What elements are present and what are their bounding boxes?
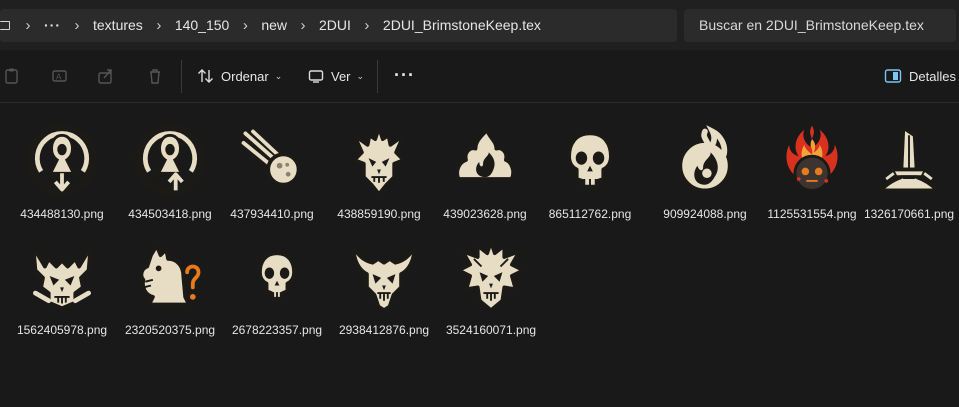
file-item[interactable]: 434488130.png bbox=[10, 103, 114, 221]
file-item[interactable]: 1125531554.png bbox=[760, 103, 864, 221]
file-item[interactable]: 2938412876.png bbox=[332, 219, 436, 337]
view-label: Ver bbox=[331, 68, 351, 84]
spiked-demon-icon bbox=[447, 232, 535, 320]
file-name: 865112762.png bbox=[548, 207, 632, 221]
chevron-right-icon[interactable]: › bbox=[63, 9, 91, 42]
view-button[interactable]: Ver ⌄ bbox=[308, 64, 364, 88]
skull-icon bbox=[546, 116, 634, 204]
file-item[interactable]: 434503418.png bbox=[118, 103, 222, 221]
hound-question-icon bbox=[126, 232, 214, 320]
sword-in-stone-icon bbox=[865, 116, 953, 204]
search-placeholder: Buscar en 2DUI_BrimstoneKeep.tex bbox=[699, 17, 924, 33]
details-label: Detalles bbox=[909, 68, 956, 84]
paste-icon[interactable] bbox=[3, 67, 21, 85]
breadcrumb-item-140-150[interactable]: 140_150 bbox=[173, 9, 232, 42]
rename-icon[interactable]: A bbox=[51, 67, 69, 85]
pc-icon[interactable] bbox=[0, 9, 14, 42]
toolbar-divider bbox=[181, 60, 182, 93]
demon-skull-icon bbox=[18, 232, 106, 320]
share-icon[interactable] bbox=[97, 67, 115, 85]
fire-swirl-icon bbox=[661, 116, 749, 204]
search-input[interactable]: Buscar en 2DUI_BrimstoneKeep.tex bbox=[684, 9, 956, 42]
small-skull-icon bbox=[233, 232, 321, 320]
hooded-figure-up-arrow-icon bbox=[126, 116, 214, 204]
file-name: 909924088.png bbox=[663, 207, 747, 221]
details-button[interactable]: Detalles bbox=[884, 64, 956, 88]
comet-icon bbox=[228, 116, 316, 204]
chevron-right-icon[interactable]: › bbox=[145, 9, 173, 42]
breadcrumb-item-2dui[interactable]: 2DUI bbox=[317, 9, 353, 42]
toolbar-divider bbox=[377, 60, 378, 93]
breadcrumb[interactable]: › ··· › textures › 140_150 › new › 2DUI … bbox=[0, 9, 677, 42]
hooded-figure-down-arrow-icon bbox=[18, 116, 106, 204]
svg-text:A: A bbox=[56, 73, 62, 82]
winged-demon-icon bbox=[340, 232, 428, 320]
breadcrumb-overflow-button[interactable]: ··· bbox=[42, 9, 63, 42]
burning-skull-icon bbox=[768, 116, 856, 204]
details-pane-icon bbox=[884, 69, 902, 83]
more-options-button[interactable]: ··· bbox=[394, 65, 415, 86]
file-name: 2938412876.png bbox=[338, 323, 430, 337]
sort-button[interactable]: Ordenar ⌄ bbox=[197, 64, 282, 88]
breadcrumb-item-new[interactable]: new bbox=[259, 9, 289, 42]
file-item[interactable]: 909924088.png bbox=[653, 103, 757, 221]
file-item[interactable]: 1562405978.png bbox=[10, 219, 114, 337]
file-grid: 434488130.png 434503418.png 437934410.pn… bbox=[0, 103, 959, 407]
file-name: 2678223357.png bbox=[231, 323, 323, 337]
chevron-right-icon[interactable]: › bbox=[353, 9, 381, 42]
file-name: 2320520375.png bbox=[124, 323, 216, 337]
chevron-down-icon: ⌄ bbox=[274, 70, 283, 81]
file-item[interactable]: 2678223357.png bbox=[225, 219, 329, 337]
file-name: 1562405978.png bbox=[16, 323, 108, 337]
chevron-down-icon: ⌄ bbox=[356, 70, 365, 81]
file-name: 1125531554.png bbox=[767, 207, 857, 221]
file-item[interactable]: 1326170661.png bbox=[857, 103, 959, 221]
sort-label: Ordenar bbox=[221, 68, 269, 84]
file-item[interactable]: 437934410.png bbox=[220, 103, 324, 221]
file-item[interactable]: 438859190.png bbox=[327, 103, 431, 221]
address-bar-row: › ··· › textures › 140_150 › new › 2DUI … bbox=[0, 0, 959, 50]
breadcrumb-item-textures[interactable]: textures bbox=[91, 9, 145, 42]
file-item[interactable]: 439023628.png bbox=[433, 103, 537, 221]
chevron-right-icon[interactable]: › bbox=[289, 9, 317, 42]
command-bar: A Ordenar ⌄ Ver ⌄ ··· Detalles bbox=[0, 50, 959, 103]
horned-demon-skull-icon bbox=[335, 116, 423, 204]
file-item[interactable]: 2320520375.png bbox=[118, 219, 222, 337]
file-name: 1326170661.png bbox=[863, 207, 955, 221]
file-item[interactable]: 865112762.png bbox=[538, 103, 642, 221]
chevron-right-icon[interactable]: › bbox=[231, 9, 259, 42]
flame-sun-icon bbox=[441, 116, 529, 204]
trash-icon[interactable] bbox=[146, 67, 164, 85]
file-name: 3524160071.png bbox=[445, 323, 537, 337]
sort-icon bbox=[198, 69, 213, 83]
view-icon bbox=[308, 70, 324, 83]
breadcrumb-item-current-folder[interactable]: 2DUI_BrimstoneKeep.tex bbox=[381, 9, 543, 42]
chevron-right-icon[interactable]: › bbox=[14, 9, 42, 42]
file-item[interactable]: 3524160071.png bbox=[439, 219, 543, 337]
